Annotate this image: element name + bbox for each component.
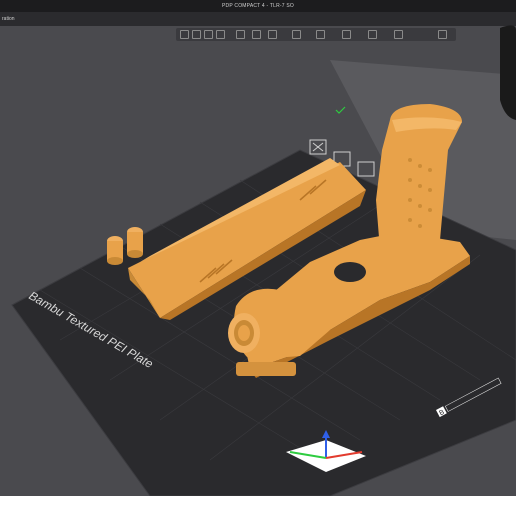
trigger-guard	[334, 262, 366, 282]
screenshot-margin	[0, 496, 516, 516]
slicer-window: PDP COMPACT 4 - TLR-7 SO ration Bambu Te…	[0, 0, 516, 496]
plate-check-icon	[335, 106, 346, 114]
lock-plate-icon[interactable]	[357, 161, 375, 177]
3d-viewport[interactable]: Bambu Textured PEI Plate B	[0, 0, 516, 496]
printer-model	[500, 25, 516, 120]
